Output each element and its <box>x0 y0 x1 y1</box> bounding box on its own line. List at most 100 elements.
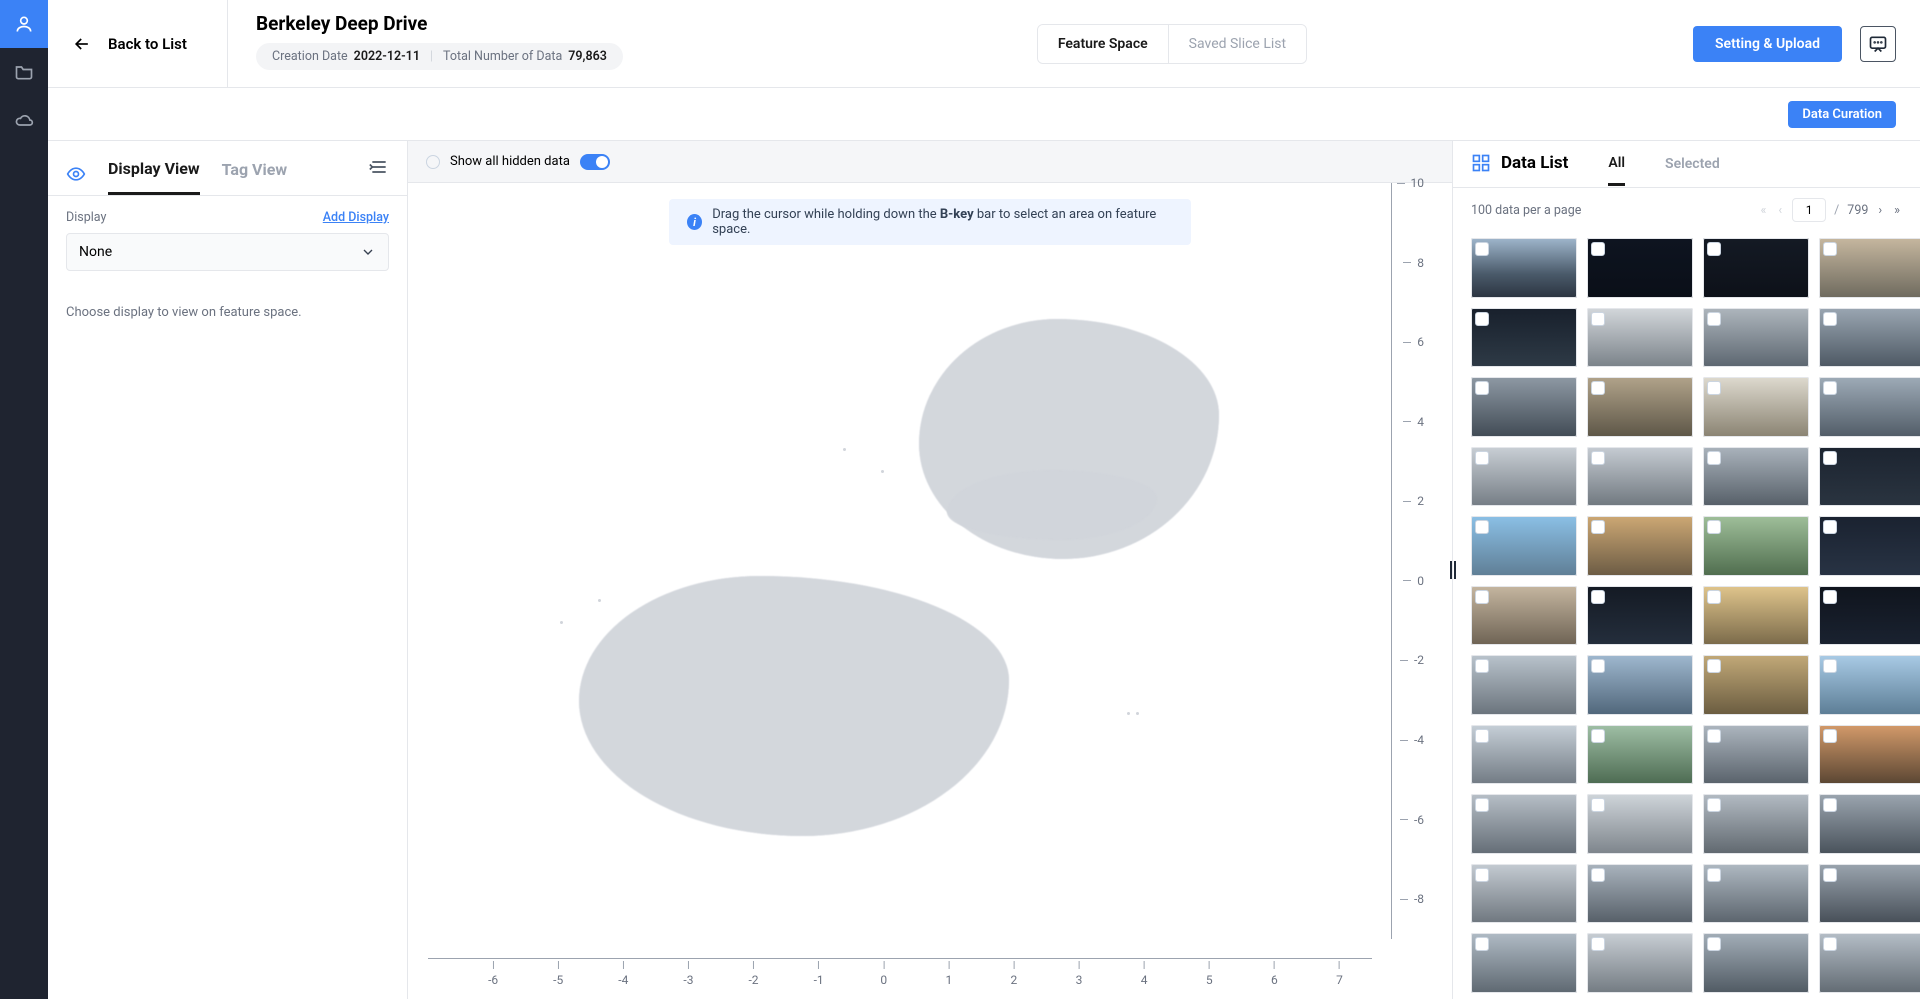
thumbnail-checkbox[interactable] <box>1591 868 1605 882</box>
thumbnail[interactable] <box>1819 725 1920 785</box>
thumbnail[interactable] <box>1471 794 1577 854</box>
thumbnail[interactable] <box>1819 794 1920 854</box>
thumbnail[interactable] <box>1587 447 1693 507</box>
thumbnail[interactable] <box>1471 933 1577 993</box>
thumbnail-checkbox[interactable] <box>1823 868 1837 882</box>
thumbnail-checkbox[interactable] <box>1591 242 1605 256</box>
thumbnail-checkbox[interactable] <box>1823 798 1837 812</box>
thumbnail-checkbox[interactable] <box>1707 381 1721 395</box>
thumbnail-checkbox[interactable] <box>1591 798 1605 812</box>
thumbnail[interactable] <box>1819 516 1920 576</box>
thumbnail-checkbox[interactable] <box>1707 242 1721 256</box>
thumbnail-checkbox[interactable] <box>1475 590 1489 604</box>
setting-upload-button[interactable]: Setting & Upload <box>1693 26 1842 62</box>
thumbnail-checkbox[interactable] <box>1591 659 1605 673</box>
thumbnail[interactable] <box>1703 933 1809 993</box>
thumbnail-checkbox[interactable] <box>1591 312 1605 326</box>
thumbnail-checkbox[interactable] <box>1707 937 1721 951</box>
panel-resize-handle[interactable] <box>1447 558 1459 582</box>
thumbnail[interactable] <box>1587 308 1693 368</box>
thumbnail-checkbox[interactable] <box>1591 590 1605 604</box>
thumbnail[interactable] <box>1819 933 1920 993</box>
thumbnail[interactable] <box>1819 308 1920 368</box>
filter-selected[interactable]: Selected <box>1665 156 1720 184</box>
thumbnail[interactable] <box>1471 238 1577 298</box>
thumbnail-checkbox[interactable] <box>1823 312 1837 326</box>
page-input[interactable] <box>1792 198 1826 222</box>
filter-all[interactable]: All <box>1608 155 1625 186</box>
thumbnail[interactable] <box>1587 238 1693 298</box>
thumbnail[interactable] <box>1587 933 1693 993</box>
thumbnail-checkbox[interactable] <box>1475 451 1489 465</box>
pager-next-icon[interactable]: › <box>1876 201 1884 220</box>
back-to-list-button[interactable]: Back to List <box>48 0 228 87</box>
thumbnail-checkbox[interactable] <box>1707 312 1721 326</box>
thumbnail[interactable] <box>1703 238 1809 298</box>
thumbnail-checkbox[interactable] <box>1707 798 1721 812</box>
thumbnail-checkbox[interactable] <box>1475 868 1489 882</box>
thumbnail-checkbox[interactable] <box>1475 798 1489 812</box>
thumbnail[interactable] <box>1819 377 1920 437</box>
thumbnail[interactable] <box>1471 447 1577 507</box>
tab-feature-space[interactable]: Feature Space <box>1038 25 1168 63</box>
display-select[interactable]: None <box>66 233 389 271</box>
collapse-sidebar-icon[interactable] <box>369 157 389 195</box>
tab-saved-slice-list[interactable]: Saved Slice List <box>1168 25 1306 63</box>
thumbnail[interactable] <box>1471 655 1577 715</box>
thumbnail[interactable] <box>1703 655 1809 715</box>
thumbnail-checkbox[interactable] <box>1707 520 1721 534</box>
thumbnail-checkbox[interactable] <box>1475 381 1489 395</box>
tab-display-view[interactable]: Display View <box>108 159 200 195</box>
thumbnail[interactable] <box>1587 516 1693 576</box>
thumbnail-checkbox[interactable] <box>1475 242 1489 256</box>
thumbnail-checkbox[interactable] <box>1707 729 1721 743</box>
thumbnail-checkbox[interactable] <box>1475 659 1489 673</box>
thumbnail[interactable] <box>1471 586 1577 646</box>
thumbnail-checkbox[interactable] <box>1823 520 1837 534</box>
thumbnail-checkbox[interactable] <box>1823 659 1837 673</box>
thumbnail-checkbox[interactable] <box>1707 451 1721 465</box>
thumbnail-checkbox[interactable] <box>1823 937 1837 951</box>
thumbnail[interactable] <box>1819 447 1920 507</box>
rail-user-icon[interactable] <box>0 0 48 48</box>
thumbnail-checkbox[interactable] <box>1823 590 1837 604</box>
thumbnail-checkbox[interactable] <box>1475 312 1489 326</box>
scatter-plot[interactable]: -8-6-4-20246810 <box>428 183 1372 939</box>
rail-cloud-icon[interactable] <box>0 96 48 144</box>
thumbnail-checkbox[interactable] <box>1707 590 1721 604</box>
thumbnail[interactable] <box>1471 864 1577 924</box>
thumbnail-checkbox[interactable] <box>1475 520 1489 534</box>
thumbnail[interactable] <box>1703 794 1809 854</box>
thumbnail[interactable] <box>1819 864 1920 924</box>
data-curation-button[interactable]: Data Curation <box>1788 101 1896 128</box>
thumbnail-checkbox[interactable] <box>1591 520 1605 534</box>
thumbnail-checkbox[interactable] <box>1475 937 1489 951</box>
add-display-link[interactable]: Add Display <box>323 210 389 225</box>
pager-first-icon[interactable]: « <box>1758 201 1768 220</box>
thumbnail-checkbox[interactable] <box>1475 729 1489 743</box>
thumbnail[interactable] <box>1471 377 1577 437</box>
thumbnail[interactable] <box>1587 725 1693 785</box>
thumbnail[interactable] <box>1471 725 1577 785</box>
thumbnail-checkbox[interactable] <box>1591 381 1605 395</box>
thumbnail-checkbox[interactable] <box>1823 242 1837 256</box>
tab-tag-view[interactable]: Tag View <box>222 160 288 193</box>
thumbnail[interactable] <box>1703 864 1809 924</box>
thumbnail[interactable] <box>1587 864 1693 924</box>
thumbnail[interactable] <box>1587 655 1693 715</box>
thumbnail-checkbox[interactable] <box>1591 451 1605 465</box>
thumbnail-checkbox[interactable] <box>1823 381 1837 395</box>
thumbnail-checkbox[interactable] <box>1591 937 1605 951</box>
thumbnail[interactable] <box>1587 377 1693 437</box>
thumbnail[interactable] <box>1703 586 1809 646</box>
thumbnail[interactable] <box>1703 725 1809 785</box>
show-hidden-toggle[interactable] <box>580 154 610 170</box>
thumbnail-checkbox[interactable] <box>1707 659 1721 673</box>
thumbnail[interactable] <box>1703 377 1809 437</box>
chat-icon[interactable] <box>1860 26 1896 62</box>
radio-unselected-icon[interactable] <box>426 155 440 169</box>
thumbnail[interactable] <box>1703 447 1809 507</box>
rail-folder-icon[interactable] <box>0 48 48 96</box>
pager-prev-icon[interactable]: ‹ <box>1776 201 1784 220</box>
pager-last-icon[interactable]: » <box>1892 201 1902 220</box>
